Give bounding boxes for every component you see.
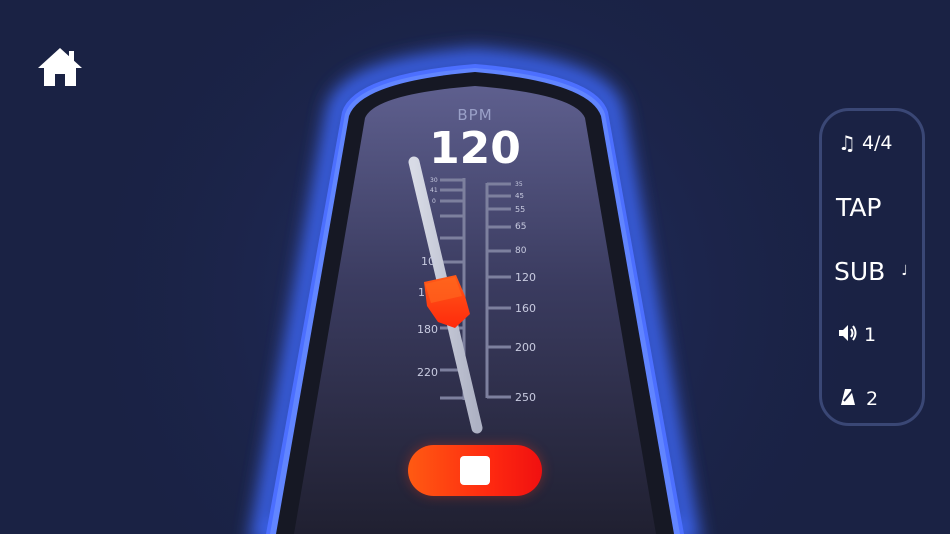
scale-right-label: 160 — [515, 302, 536, 315]
scale-left-label: 220 — [417, 366, 438, 379]
scale-right-label: 80 — [515, 246, 527, 256]
sound-value: 2 — [866, 388, 879, 410]
scale-left-label: 180 — [417, 323, 438, 336]
scale-right-label: 65 — [515, 222, 527, 232]
volume-button[interactable]: 1 — [822, 315, 922, 355]
scale-left-label: 41 — [430, 187, 438, 194]
scale-right-label: 35 — [515, 181, 523, 188]
tap-button[interactable]: TAP — [822, 187, 922, 227]
subdivision-button[interactable]: SUB ♩ — [822, 251, 922, 291]
scale-right-label: 120 — [515, 271, 536, 284]
time-signature-value: 4/4 — [861, 132, 893, 154]
stop-icon — [460, 456, 490, 485]
volume-value: 1 — [864, 324, 877, 346]
scale-left-label: 1 — [418, 286, 425, 299]
sound-button[interactable]: 2 — [822, 379, 922, 419]
scale-left-label: 10 — [421, 255, 435, 268]
scale-left-label: 30 — [430, 177, 438, 184]
bpm-value[interactable]: 120 — [405, 122, 545, 176]
tap-label: TAP — [836, 192, 882, 222]
scale-right-label: 250 — [515, 391, 536, 404]
music-note-icon: ♫ — [838, 131, 856, 155]
metronome-icon — [840, 388, 856, 410]
stop-button[interactable] — [408, 445, 542, 496]
scale-right-label: 55 — [515, 205, 526, 214]
time-signature-button[interactable]: ♫ 4/4 — [822, 123, 922, 163]
subdivision-label: SUB — [834, 256, 886, 286]
scale-right-label: 45 — [515, 192, 524, 200]
speaker-icon — [838, 324, 858, 346]
side-panel: ♫ 4/4 TAP SUB ♩ 1 2 — [819, 108, 925, 426]
quarter-note-icon: ♩ — [901, 263, 908, 279]
scale-right-label: 200 — [515, 341, 536, 354]
scale-left-label: 0 — [432, 198, 436, 205]
